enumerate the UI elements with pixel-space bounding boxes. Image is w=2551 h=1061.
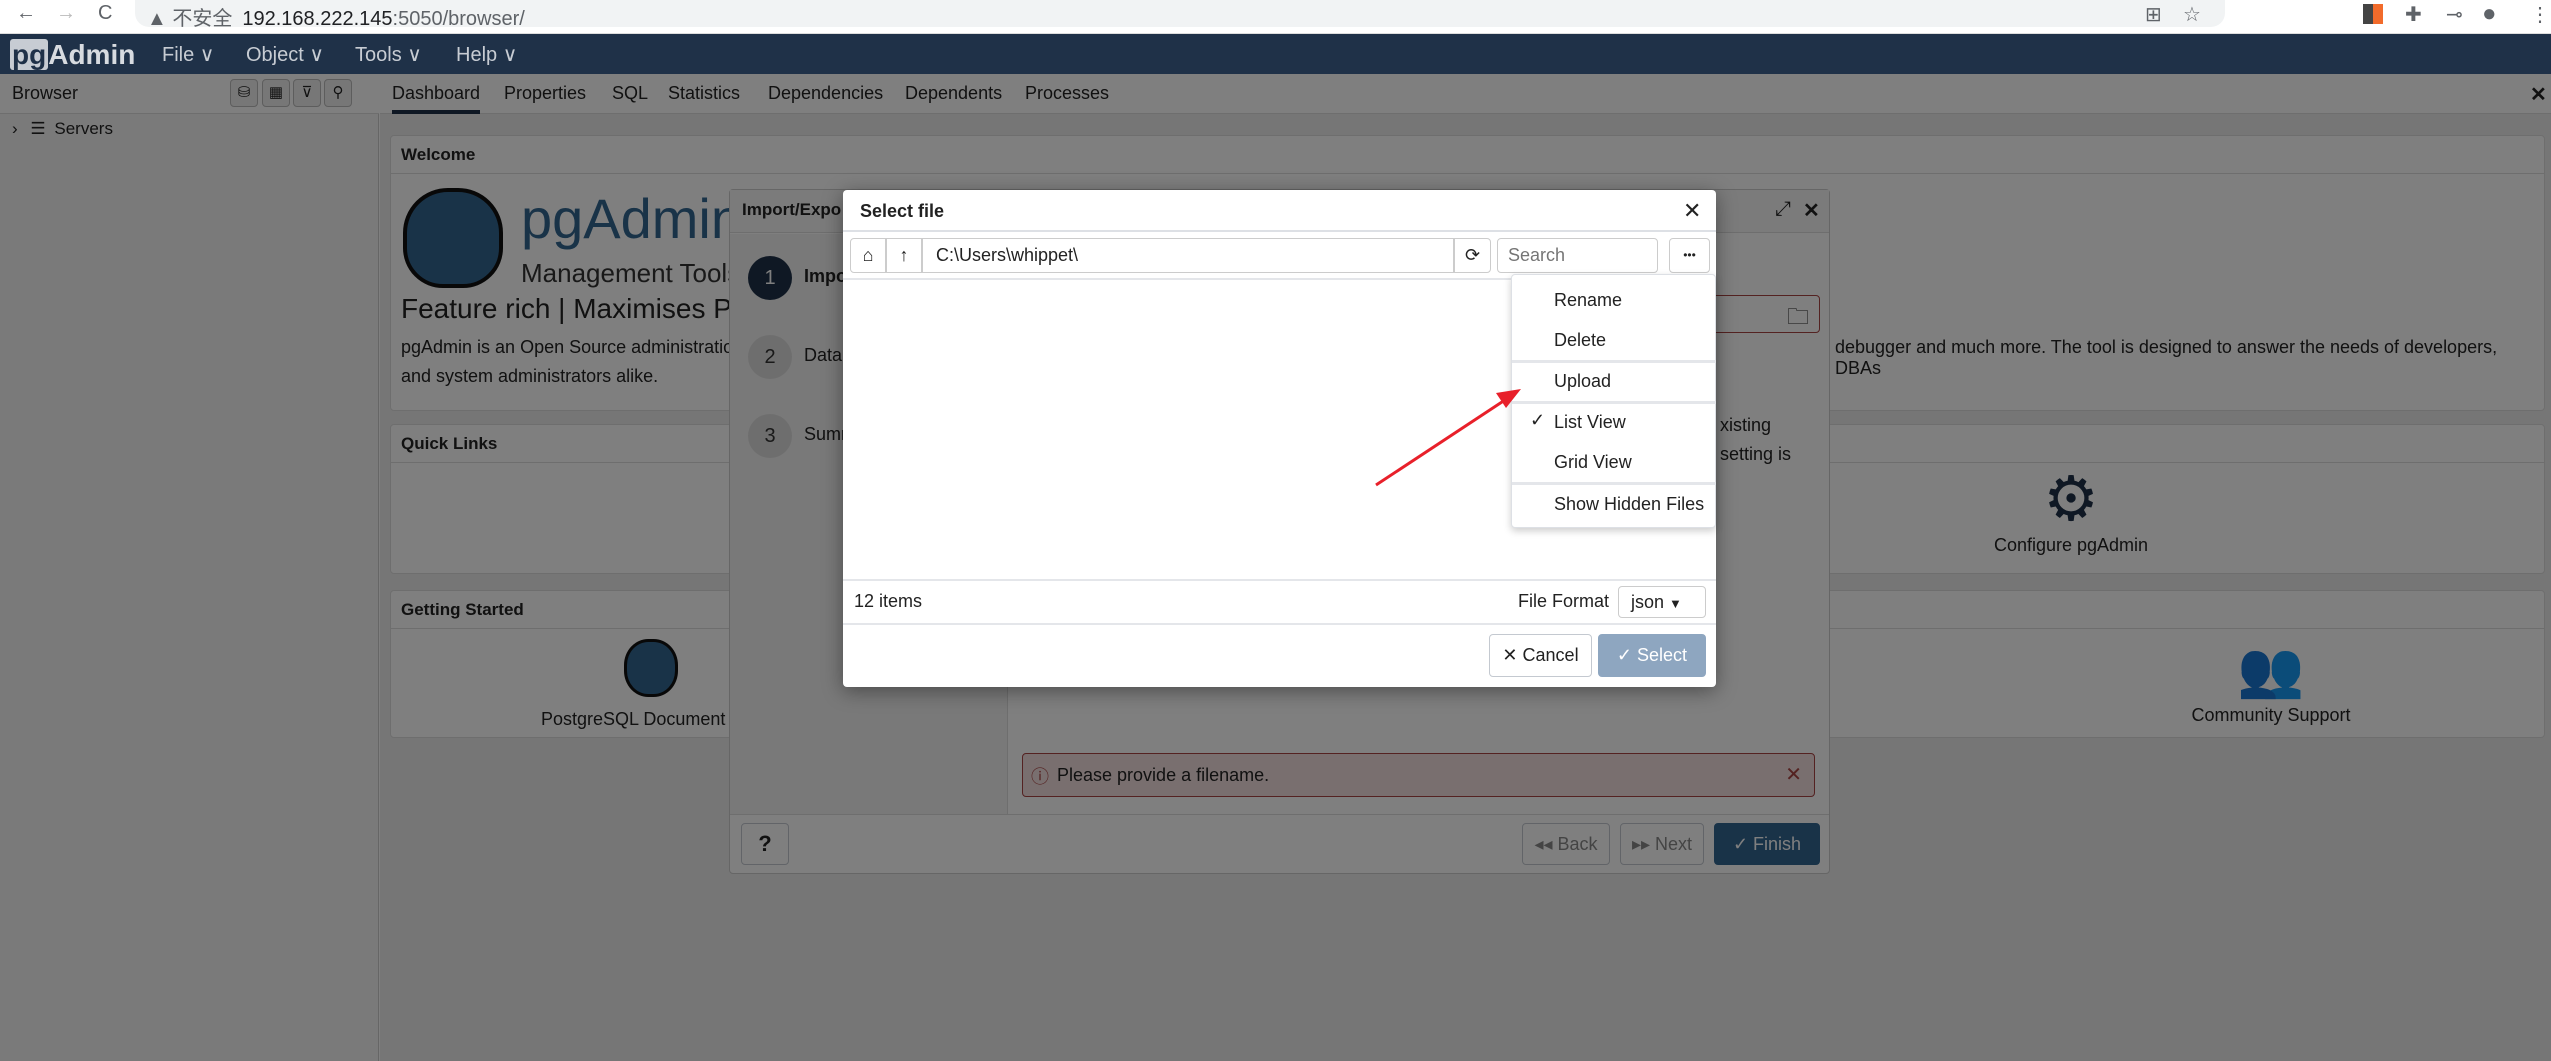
annotation-arrow xyxy=(1375,389,1521,487)
arrow-shaft xyxy=(1375,396,1509,487)
